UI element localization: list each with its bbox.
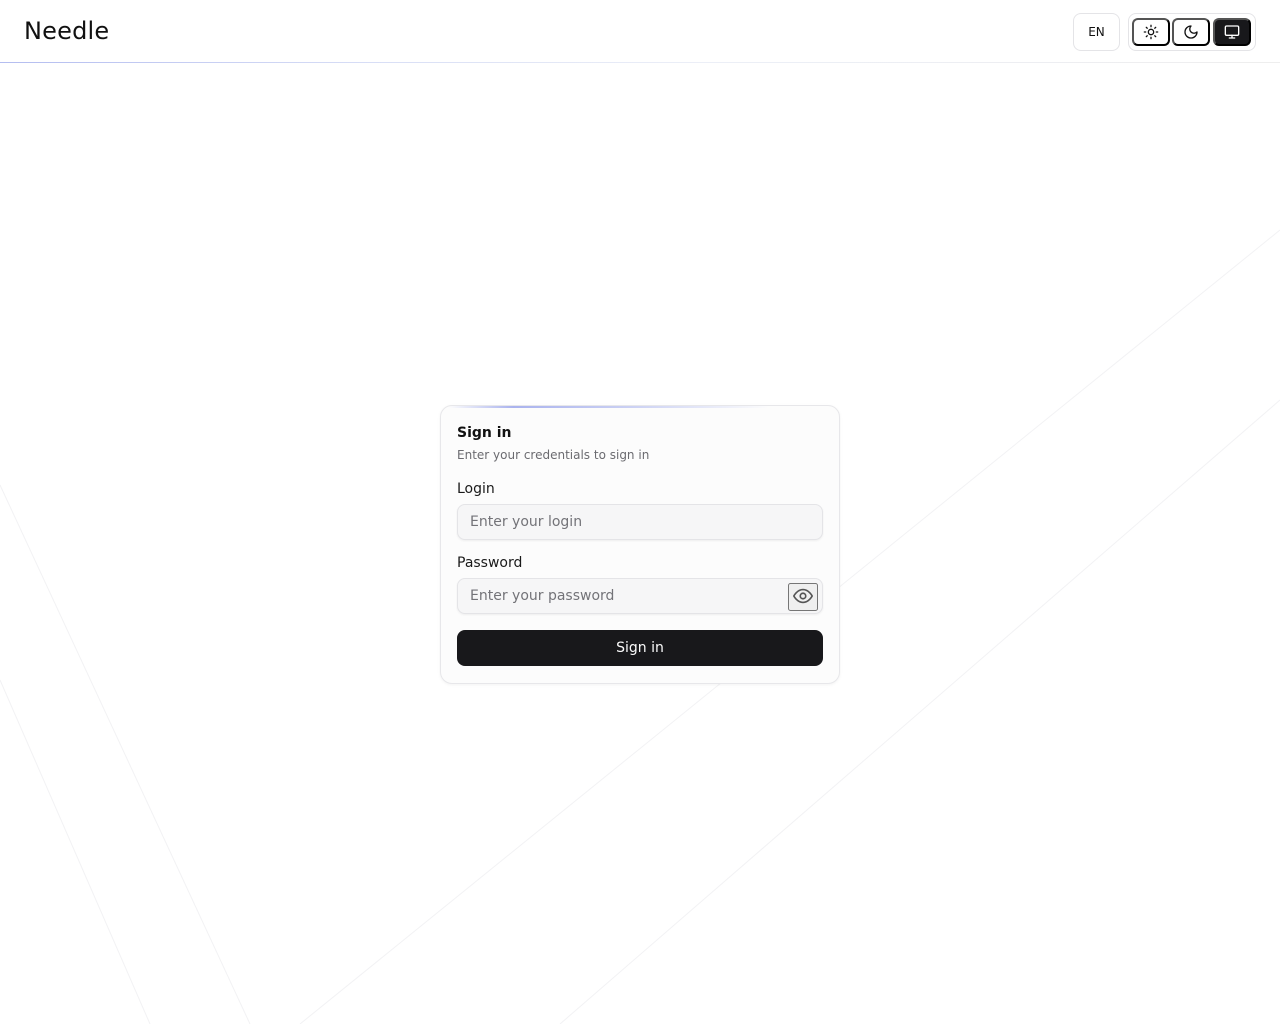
brand-logo[interactable]: Needle <box>24 14 109 48</box>
sun-icon <box>1143 24 1159 40</box>
monitor-icon <box>1224 24 1240 40</box>
page: Needle EN Sign in Enter your credentials… <box>0 0 1280 1024</box>
language-switcher-button[interactable]: EN <box>1073 13 1120 51</box>
login-input-wrapper <box>457 504 823 540</box>
theme-light-button[interactable] <box>1132 18 1170 46</box>
login-input[interactable] <box>458 505 822 539</box>
theme-dark-button[interactable] <box>1172 18 1210 46</box>
theme-system-button[interactable] <box>1213 18 1251 46</box>
moon-icon <box>1183 24 1199 40</box>
theme-toggle-group <box>1128 13 1256 51</box>
login-label: Login <box>457 481 495 497</box>
password-input-wrapper <box>457 578 823 614</box>
signin-submit-button[interactable]: Sign in <box>457 630 823 666</box>
header-divider <box>0 62 1280 63</box>
top-bar: Needle EN <box>0 0 1280 63</box>
signin-card: Sign in Enter your credentials to sign i… <box>440 405 840 684</box>
eye-icon <box>792 585 814 610</box>
signin-title: Sign in <box>457 425 512 441</box>
password-input[interactable] <box>458 579 778 613</box>
signin-subtitle: Enter your credentials to sign in <box>457 448 650 462</box>
toggle-password-visibility-button[interactable] <box>788 583 818 611</box>
card-accent-line <box>449 406 769 408</box>
password-label: Password <box>457 555 523 571</box>
